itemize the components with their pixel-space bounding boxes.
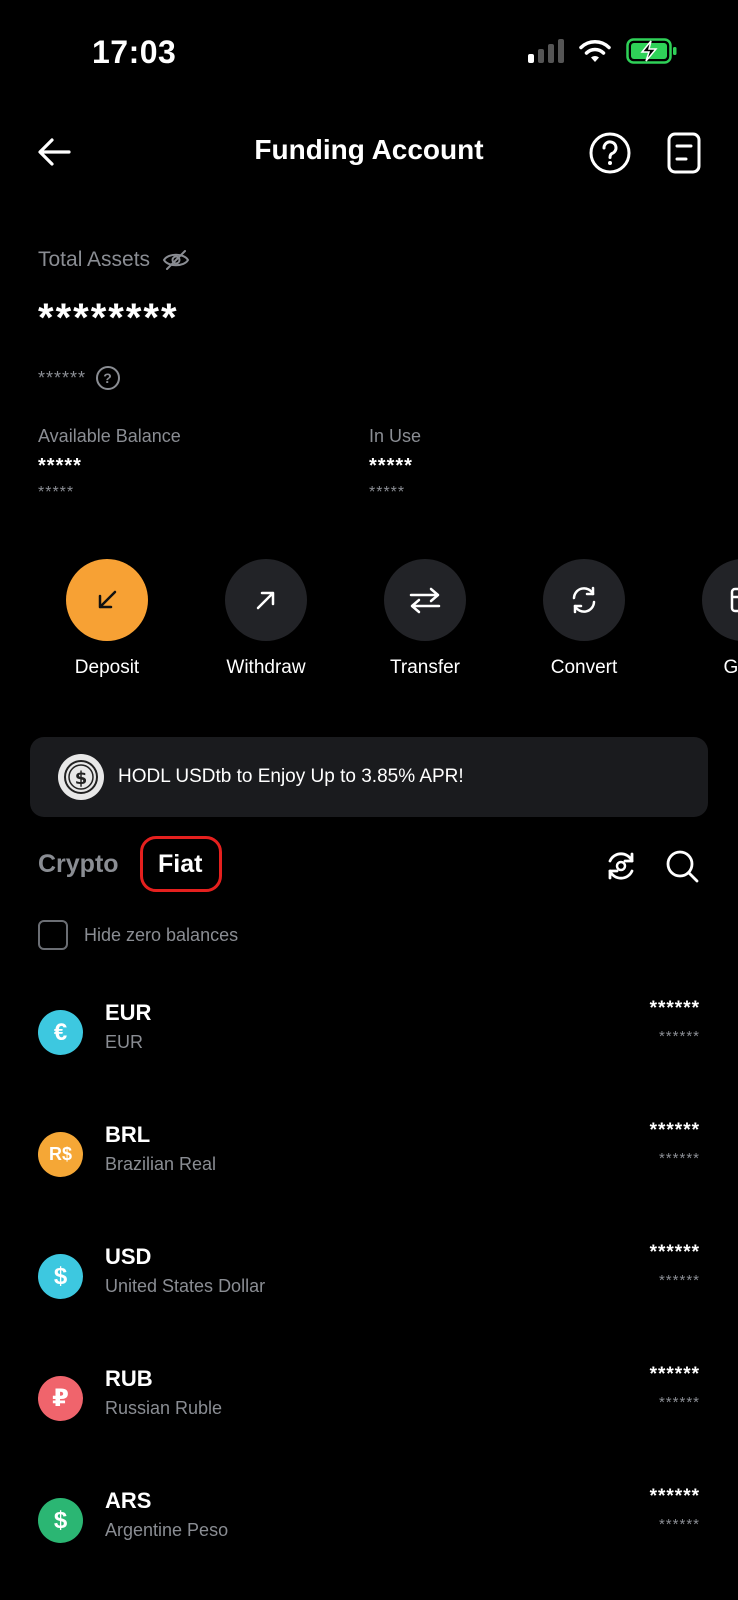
- hide-zero-balances[interactable]: Hide zero balances: [38, 920, 238, 950]
- action-row: Deposit Withdraw Transfer Convert G: [0, 559, 738, 689]
- transfer-circle: [384, 559, 466, 641]
- list-item[interactable]: $ USD United States Dollar ****** ******: [0, 1242, 738, 1332]
- deposit-circle: [66, 559, 148, 641]
- currency-name: EUR: [105, 1032, 144, 1052]
- hide-zero-label: Hide zero balances: [84, 924, 239, 945]
- cellular-signal-icon: [528, 39, 564, 63]
- currency-name: Brazilian Real: [105, 1154, 217, 1174]
- total-assets-sub-value: ******: [38, 367, 87, 388]
- available-balance-sub: *****: [38, 484, 75, 501]
- currency-name: Russian Ruble: [105, 1398, 223, 1418]
- status-icons: [528, 38, 678, 64]
- currency-sub-amount: ******: [658, 1272, 700, 1289]
- withdraw-label: Withdraw: [226, 657, 306, 678]
- question-circle-icon: [589, 132, 631, 174]
- peso-icon: $: [38, 1498, 83, 1543]
- total-assets-sub: ****** ?: [38, 366, 121, 390]
- currency-amount: ******: [649, 1120, 700, 1141]
- help-button[interactable]: [588, 131, 632, 175]
- currency-code: BRL: [105, 1122, 151, 1147]
- arrow-up-right-icon: [256, 591, 275, 610]
- currency-name: United States Dollar: [105, 1276, 266, 1296]
- in-use-balance: In Use ***** *****: [369, 426, 421, 502]
- swap-arrows-icon: [409, 587, 441, 614]
- in-use-sub: *****: [369, 484, 406, 501]
- currency-code: EUR: [105, 1000, 152, 1025]
- info-icon[interactable]: ?: [96, 366, 121, 390]
- deposit-button[interactable]: Deposit: [27, 559, 187, 679]
- list-item[interactable]: ₽ RUB Russian Ruble ****** ******: [0, 1364, 738, 1454]
- wifi-icon: [579, 40, 611, 62]
- records-button[interactable]: [664, 131, 704, 175]
- transfer-button[interactable]: Transfer: [345, 559, 505, 679]
- currency-amount: ******: [649, 1486, 700, 1507]
- list-item[interactable]: $ ARS Argentine Peso ****** ******: [0, 1486, 738, 1576]
- withdraw-button[interactable]: Withdraw: [186, 559, 346, 679]
- give-circle: [702, 559, 738, 641]
- currency-code: ARS: [105, 1488, 152, 1513]
- total-assets-value: ********: [38, 296, 179, 340]
- total-assets-header: Total Assets: [38, 248, 190, 272]
- battery-charging-icon: [626, 38, 677, 64]
- available-balance: Available Balance ***** *****: [38, 426, 181, 502]
- total-assets-label: Total Assets: [38, 248, 151, 271]
- tab-crypto[interactable]: Crypto: [38, 850, 119, 879]
- gift-icon: [730, 587, 738, 613]
- promo-banner[interactable]: $ HODL USDtb to Enjoy Up to 3.85% APR!: [30, 737, 708, 817]
- status-time: 17:03: [92, 34, 177, 70]
- promo-text: HODL USDtb to Enjoy Up to 3.85% APR!: [118, 766, 464, 787]
- list-item[interactable]: € EUR EUR ****** ******: [0, 998, 738, 1088]
- give-button[interactable]: Give: [663, 559, 738, 679]
- available-balance-label: Available Balance: [38, 426, 181, 446]
- search-icon[interactable]: [664, 848, 700, 884]
- available-balance-value: *****: [38, 455, 82, 477]
- currency-sub-amount: ******: [658, 1150, 700, 1167]
- deposit-label: Deposit: [74, 657, 140, 678]
- give-label: Give: [723, 657, 738, 678]
- arrow-down-left-icon: [98, 590, 117, 609]
- in-use-label: In Use: [369, 426, 422, 446]
- transfer-label: Transfer: [389, 657, 461, 678]
- currency-sub-amount: ******: [658, 1028, 700, 1045]
- dollar-icon: $: [38, 1254, 83, 1299]
- svg-text:$: $: [75, 768, 88, 789]
- eye-off-icon[interactable]: [162, 249, 190, 271]
- currency-amount: ******: [649, 1242, 700, 1263]
- currency-sub-amount: ******: [658, 1394, 700, 1411]
- in-use-value: *****: [369, 455, 413, 477]
- hide-zero-checkbox[interactable]: [38, 920, 68, 950]
- list-item[interactable]: R$ BRL Brazilian Real ****** ******: [0, 1120, 738, 1210]
- usdtb-coin-icon: $: [58, 754, 104, 800]
- currency-amount: ******: [649, 998, 700, 1019]
- convert-circle: [543, 559, 625, 641]
- currency-code: RUB: [105, 1366, 153, 1391]
- euro-icon: €: [38, 1010, 83, 1055]
- real-icon: R$: [38, 1132, 83, 1177]
- document-icon: [667, 132, 701, 174]
- currency-name: Argentine Peso: [105, 1520, 229, 1540]
- history-refresh-icon[interactable]: [603, 848, 639, 884]
- currency-code: USD: [105, 1244, 152, 1269]
- ruble-icon: ₽: [38, 1376, 83, 1421]
- tab-fiat[interactable]: Fiat: [158, 850, 202, 879]
- currency-sub-amount: ******: [658, 1516, 700, 1533]
- withdraw-circle: [225, 559, 307, 641]
- convert-button[interactable]: Convert: [504, 559, 664, 679]
- currency-amount: ******: [649, 1364, 700, 1385]
- refresh-icon: [572, 586, 596, 614]
- convert-label: Convert: [550, 657, 618, 678]
